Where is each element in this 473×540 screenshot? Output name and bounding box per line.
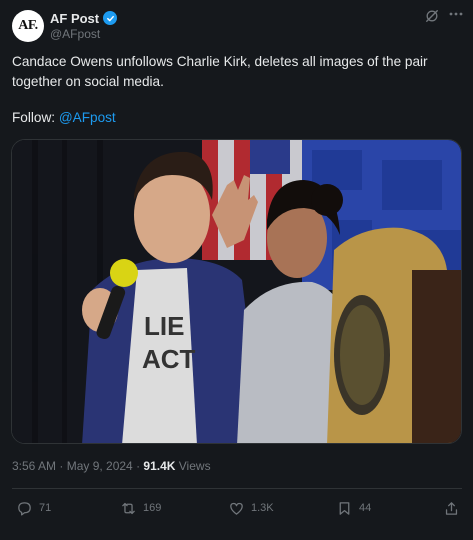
bookmark-icon <box>339 501 350 515</box>
tweet-card: AF. AF Post @AFpost Candace Owens unfoll… <box>0 0 473 540</box>
like-icon <box>230 502 243 515</box>
repost-count: 169 <box>143 502 162 514</box>
follow-prefix: Follow: <box>12 110 59 125</box>
like-button[interactable]: 1.3K <box>228 498 274 518</box>
share-icon <box>445 501 458 515</box>
follow-link[interactable]: @AFpost <box>59 110 116 125</box>
reply-count: 71 <box>39 502 52 514</box>
bookmark-count: 44 <box>359 502 372 514</box>
more-icon[interactable] <box>448 8 464 22</box>
divider <box>12 488 462 489</box>
verified-badge-icon <box>103 11 118 25</box>
repost-button[interactable]: 169 <box>120 498 161 518</box>
views-count: 91.4K <box>143 459 176 473</box>
like-count: 1.3K <box>251 502 274 514</box>
share-button[interactable] <box>443 498 460 518</box>
author-name-row: AF Post <box>50 10 118 26</box>
tweet-text: Candace Owens unfollows Charlie Kirk, de… <box>12 54 428 89</box>
reply-icon <box>18 501 31 516</box>
views-label: Views <box>175 459 211 473</box>
grok-icon[interactable] <box>425 9 439 23</box>
svg-text:ACT: ACT <box>142 344 196 374</box>
tweet-meta: 3:56 AM · May 9, 2024 · 91.4K Views <box>12 459 211 473</box>
avatar-text: AF. <box>18 18 38 33</box>
follow-line: Follow: @AFpost <box>12 110 116 125</box>
avatar[interactable]: AF. <box>12 10 44 42</box>
bookmark-button[interactable]: 44 <box>336 498 371 518</box>
svg-text:LIE: LIE <box>144 311 184 341</box>
repost-icon <box>122 502 135 514</box>
tweet-photo[interactable]: LIE ACT <box>11 139 462 444</box>
author-handle[interactable]: @AFpost <box>50 27 100 41</box>
display-name[interactable]: AF Post <box>50 11 99 26</box>
reply-button[interactable]: 71 <box>16 498 51 518</box>
timestamp[interactable]: 3:56 AM · May 9, 2024 · <box>12 459 143 473</box>
